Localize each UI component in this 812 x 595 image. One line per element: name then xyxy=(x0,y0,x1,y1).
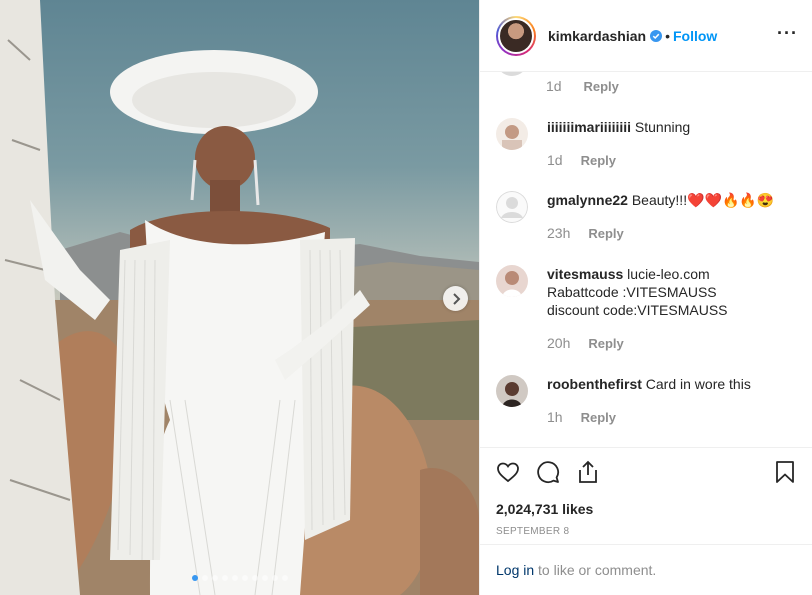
avatar[interactable] xyxy=(496,375,528,407)
comment-text-block: vitesmauss lucie-leo.com Rabattcode :VIT… xyxy=(547,265,801,319)
comment-time: 20h xyxy=(547,335,571,351)
comment-meta: 1d Reply xyxy=(546,78,619,94)
carousel-dot xyxy=(231,575,238,581)
comment-text-block: iiiiiiimariiiiiiii Stunning xyxy=(547,118,801,136)
comment-meta: 20h Reply xyxy=(547,335,801,351)
carousel-dot xyxy=(271,575,278,581)
post-header: kimkardashian • Follow ··· xyxy=(480,0,812,72)
reply-button[interactable]: Reply xyxy=(588,226,623,241)
comment-icon[interactable] xyxy=(536,460,560,484)
action-icons xyxy=(496,460,797,484)
comment-item: vitesmauss lucie-leo.com Rabattcode :VIT… xyxy=(496,265,801,351)
comment-text-block: roobenthefirst Card in wore this xyxy=(547,375,801,393)
login-prompt-text: to like or comment. xyxy=(534,562,657,578)
avatar[interactable] xyxy=(496,265,528,297)
carousel-dot xyxy=(201,575,208,581)
comment-item: iiiiiiimariiiiiiii Stunning 1d Reply xyxy=(496,118,801,168)
comment-text: Beauty!!!❤️❤️🔥🔥😍 xyxy=(631,192,775,208)
post-date: SEPTEMBER 8 xyxy=(496,526,570,537)
comment-time: 1d xyxy=(546,78,562,94)
verified-badge-icon xyxy=(650,29,663,42)
comment-time: 1d xyxy=(547,152,563,168)
carousel-dot xyxy=(191,575,198,581)
comment-meta: 23h Reply xyxy=(547,225,801,241)
comment-item: roobenthefirst Card in wore this 1h Reply xyxy=(496,375,801,425)
comment-username[interactable]: roobenthefirst xyxy=(547,376,642,392)
comments-list[interactable]: 1d Reply iiiiiiimariiiiiiii Stunning 1d R… xyxy=(480,72,812,447)
carousel-dot xyxy=(261,575,268,581)
post-image xyxy=(0,0,479,595)
comment-item: gmalynne22 Beauty!!!❤️❤️🔥🔥😍 23h Reply xyxy=(496,191,801,241)
carousel-indicator xyxy=(0,575,479,581)
likes-count[interactable]: 2,024,731 likes xyxy=(496,501,797,517)
carousel-dot xyxy=(241,575,248,581)
heart-icon[interactable] xyxy=(496,460,520,484)
post-sidebar: kimkardashian • Follow ··· 1d Reply iiii… xyxy=(479,0,812,595)
reply-button[interactable]: Reply xyxy=(583,79,618,94)
carousel-dot xyxy=(281,575,288,581)
avatar[interactable] xyxy=(496,118,528,150)
login-prompt: Log in to like or comment. xyxy=(480,544,812,595)
carousel-dot xyxy=(211,575,218,581)
reply-button[interactable]: Reply xyxy=(581,410,616,425)
comment-meta: 1d Reply xyxy=(547,152,801,168)
carousel-dot xyxy=(221,575,228,581)
post-username[interactable]: kimkardashian xyxy=(548,28,646,44)
comment-meta: 1h Reply xyxy=(547,409,801,425)
comment-time: 1h xyxy=(547,409,563,425)
separator-bullet: • xyxy=(665,27,670,44)
avatar[interactable] xyxy=(496,191,528,223)
bookmark-icon[interactable] xyxy=(773,460,797,484)
comment-username[interactable]: vitesmauss xyxy=(547,266,623,282)
carousel-next-button[interactable] xyxy=(443,286,468,311)
comment-username[interactable]: iiiiiiimariiiiiiii xyxy=(547,119,631,135)
carousel-dot xyxy=(251,575,258,581)
reply-button[interactable]: Reply xyxy=(581,153,616,168)
post-actions: 2,024,731 likes SEPTEMBER 8 xyxy=(480,447,812,537)
avatar xyxy=(496,72,528,76)
more-options-button[interactable]: ··· xyxy=(777,24,798,42)
comment-text: Stunning xyxy=(634,119,691,135)
comment-text-block: gmalynne22 Beauty!!!❤️❤️🔥🔥😍 xyxy=(547,191,801,209)
comment-time: 23h xyxy=(547,225,571,241)
post-photo[interactable] xyxy=(0,0,479,595)
share-icon[interactable] xyxy=(576,460,600,484)
reply-button[interactable]: Reply xyxy=(588,336,623,351)
avatar[interactable] xyxy=(496,15,536,56)
login-link[interactable]: Log in xyxy=(496,562,534,578)
comment-username[interactable]: gmalynne22 xyxy=(547,192,628,208)
chevron-right-icon xyxy=(452,292,460,305)
follow-button[interactable]: Follow xyxy=(673,28,717,44)
comment-text: Card in wore this xyxy=(645,376,751,392)
